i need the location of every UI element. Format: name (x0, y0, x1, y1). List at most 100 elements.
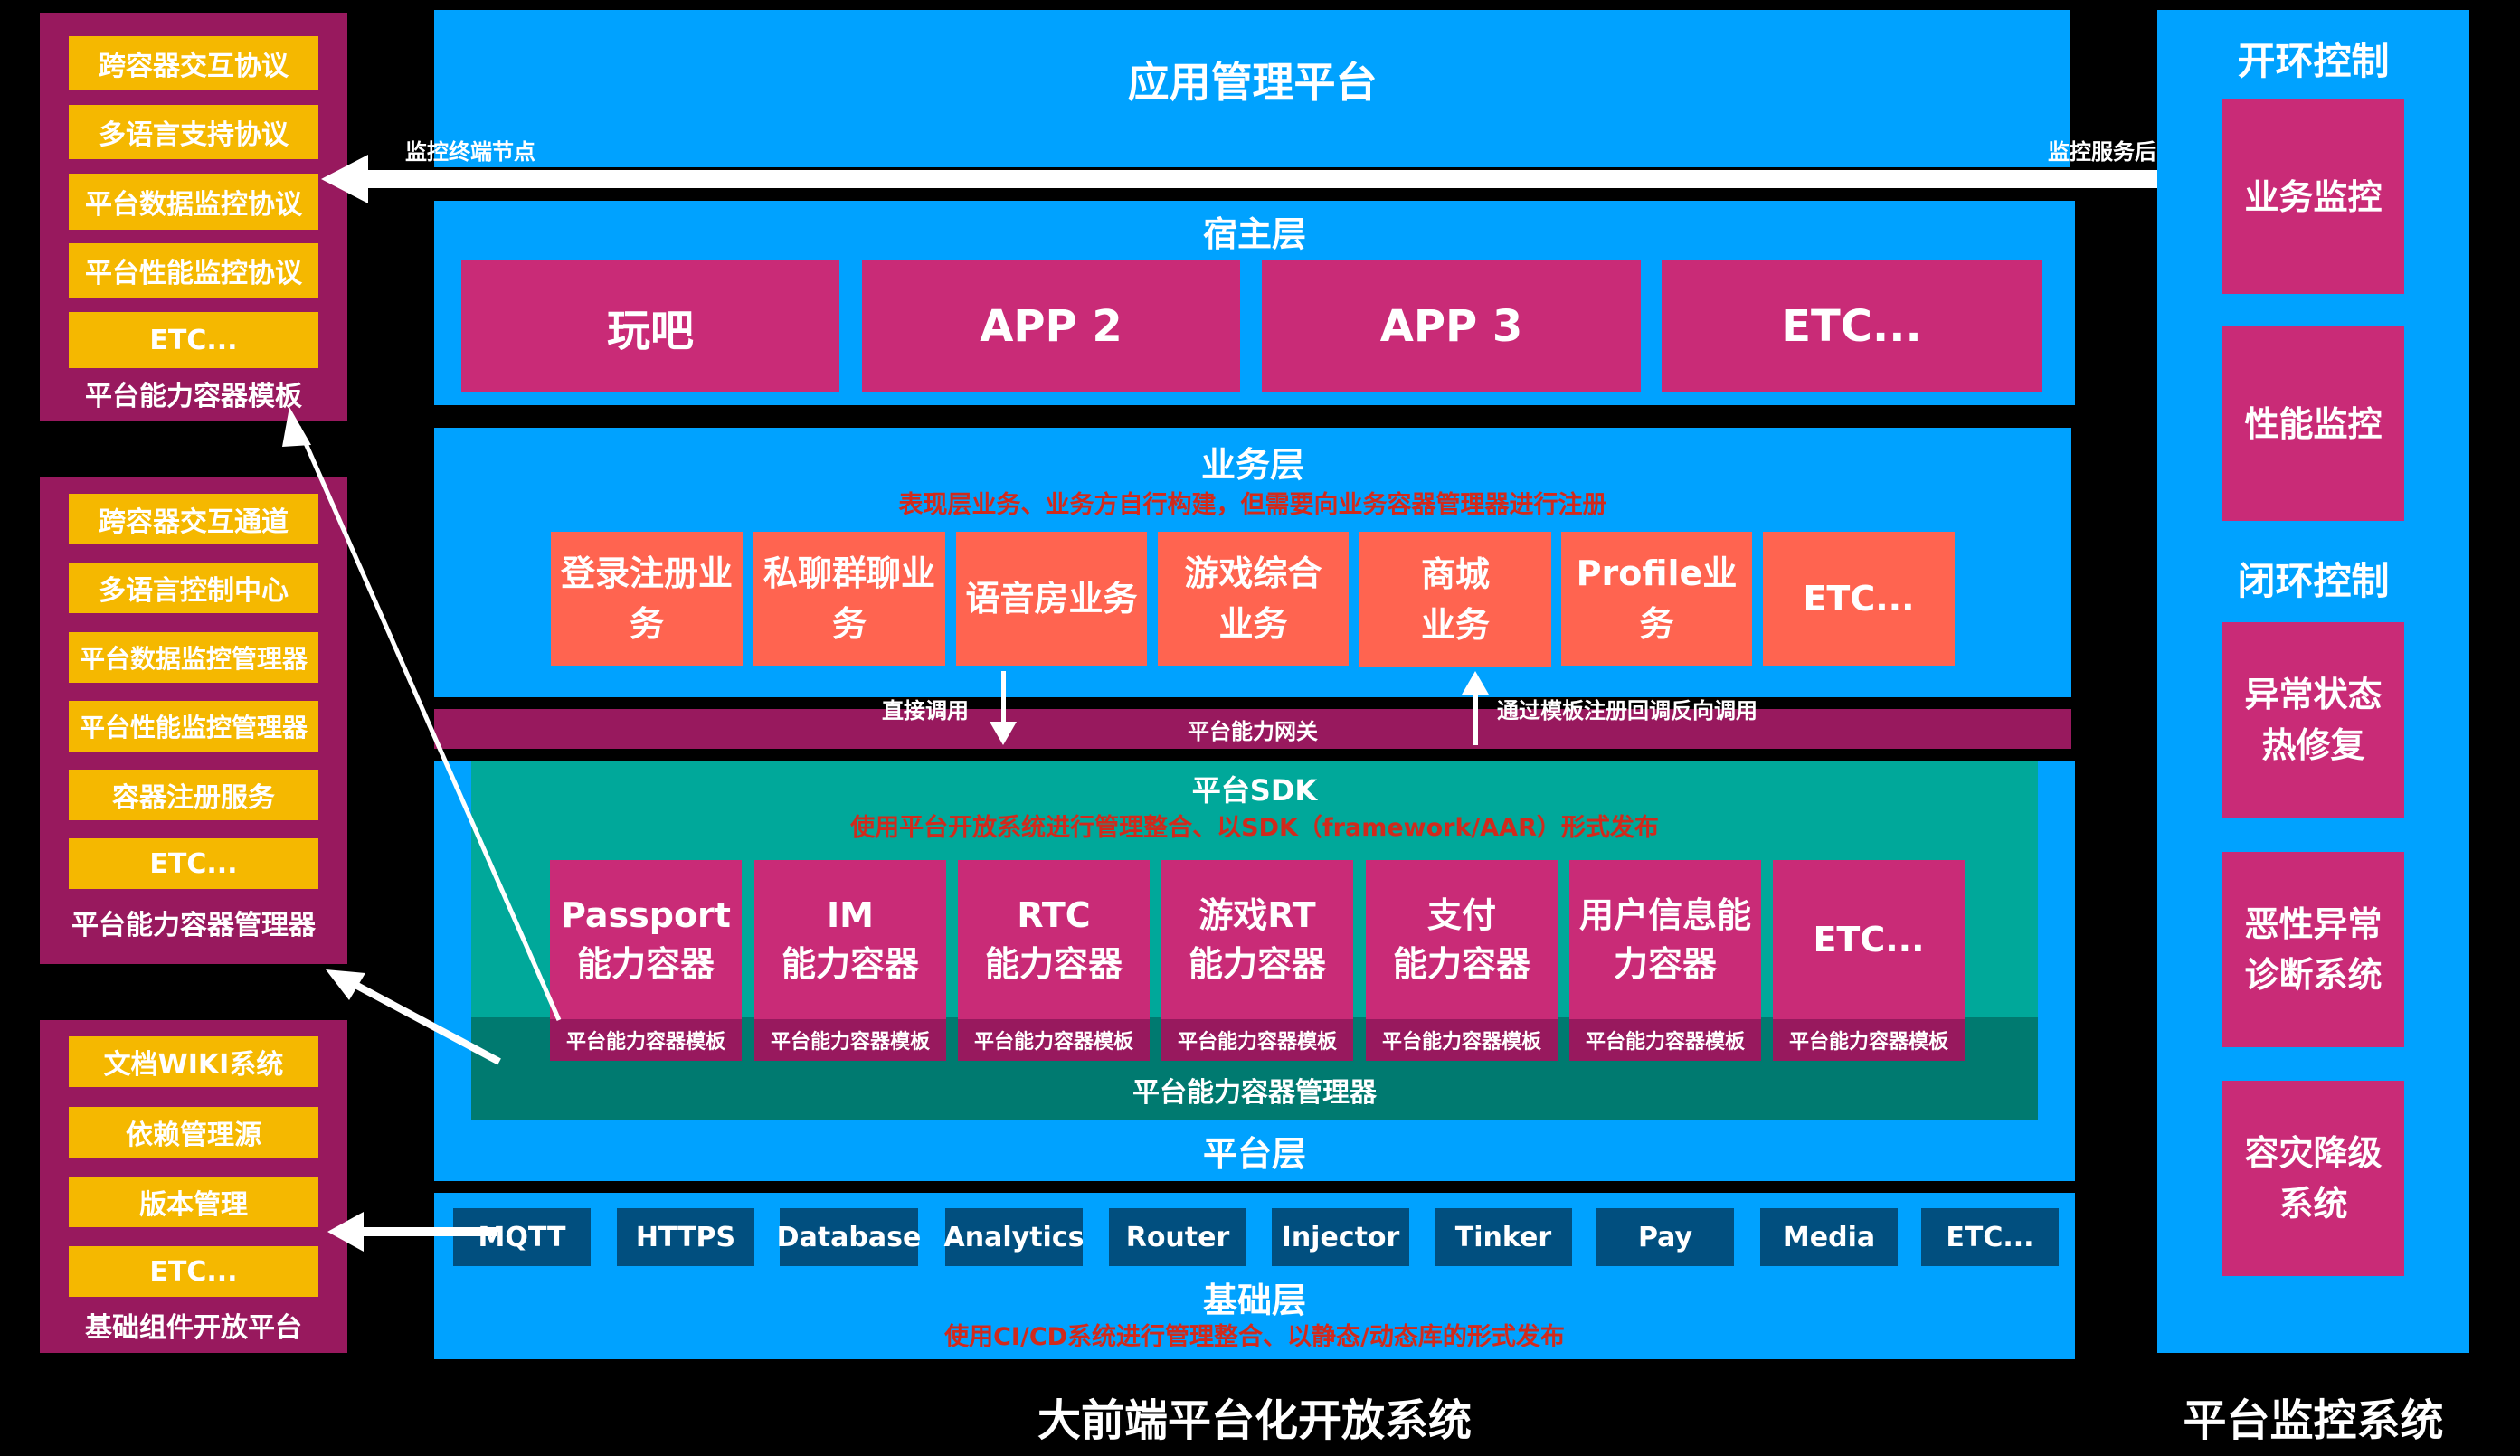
base-item: Injector (1272, 1208, 1409, 1266)
capability-container-line: IM (827, 895, 874, 935)
direct-call-arrow (990, 671, 1017, 745)
list-item: 平台数据监控协议 (69, 174, 318, 230)
base-item: HTTPS (617, 1208, 754, 1266)
business-item: ETC... (1763, 532, 1955, 666)
business-item: 私聊群聊业 务 (753, 532, 945, 666)
base-item: ETC... (1921, 1208, 2059, 1266)
arrowhead-panel2 (326, 969, 365, 1000)
capability-container-line: 能力容器 (576, 944, 715, 984)
capability-container-line: RTC (1017, 895, 1091, 935)
business-item: 语音房业务 (956, 532, 1147, 666)
monitor-box-line: 热修复 (2261, 725, 2365, 765)
capability-container-line: 能力容器 (781, 944, 919, 984)
panel-label: 基础组件开放平台 (85, 1312, 302, 1344)
list-item: 版本管理 (69, 1177, 318, 1227)
capability-manager-label: 平台能力容器管理器 (1132, 1077, 1377, 1109)
capability-container-line: 能力容器 (984, 944, 1123, 984)
business-item-line: Profile业务 (1576, 553, 1738, 644)
business-item-line: 业务 (1218, 604, 1288, 644)
base-item: Database (777, 1208, 921, 1266)
list-item: 跨容器交互协议 (69, 36, 318, 90)
capability-container-line: Passport (561, 895, 731, 935)
monitor-box: 业务监控 (2222, 99, 2404, 294)
list-item: 平台数据监控管理器 (69, 632, 318, 683)
base-item: Pay (1596, 1208, 1734, 1266)
monitor-arrow (321, 155, 2189, 203)
open-loop-title: 开环控制 (2237, 38, 2390, 83)
base-layer-subtitle: 使用CI/CD系统进行管理整合、以静态/动态库的形式发布 (944, 1322, 1565, 1351)
business-item: 商城 业务 (1359, 532, 1551, 667)
business-item-line: ETC... (1803, 579, 1915, 619)
business-item: Profile业务 (1561, 532, 1752, 666)
app-management-platform: 应用管理平台 (434, 10, 2070, 167)
business-item-line: 务 (629, 604, 664, 644)
capability-container: 用户信息能 力容器 平台能力容器模板 (1569, 860, 1761, 1061)
capability-template-strip: 平台能力容器模板 (1366, 1019, 1558, 1061)
business-item-line: 商城 (1420, 554, 1490, 594)
base-item: Media (1760, 1208, 1898, 1266)
panel-label: 平台能力容器模板 (85, 381, 302, 412)
panel-capability-template: 跨容器交互协议 多语言支持协议 平台数据监控协议 平台性能监控协议 ETC...… (40, 13, 347, 421)
monitor-caption: 平台监控系统 (2183, 1395, 2444, 1446)
panel-base-component-platform: 文档WIKI系统 依赖管理源 版本管理 ETC... 基础组件开放平台 (40, 1020, 347, 1353)
monitor-box-line: 异常状态 (2244, 675, 2383, 714)
list-item: 跨容器交互通道 (69, 494, 318, 544)
list-item: ETC... (69, 312, 318, 368)
app-box: APP 2 (862, 260, 1240, 392)
sdk-title: 平台SDK (1191, 773, 1318, 808)
capability-container-name: ETC... (1773, 860, 1965, 1019)
monitor-box-line: 系统 (2278, 1184, 2348, 1224)
monitor-box: 异常状态 热修复 (2222, 622, 2404, 818)
main-caption: 大前端平台化开放系统 (1037, 1395, 1472, 1446)
monitor-terminal-label: 监控终端节点 (405, 139, 535, 165)
business-item-line: 务 (831, 604, 867, 644)
capability-gateway: 平台能力网关 (434, 709, 2071, 749)
capability-container: IM 能力容器平台能力容器模板 (754, 860, 946, 1061)
business-layer-title: 业务层 (1200, 444, 1304, 485)
base-layer-title: 基础层 (1202, 1280, 1306, 1320)
monitor-box: 性能监控 (2222, 326, 2404, 521)
business-item-line: 私聊群聊业 (763, 553, 935, 593)
gateway-label: 平台能力网关 (1188, 718, 1318, 744)
monitor-system: 开环控制 业务监控 性能监控 闭环控制 异常状态 热修复 恶性异常 诊断系统 容… (2157, 10, 2469, 1353)
base-item: Tinker (1435, 1208, 1572, 1266)
list-item: 多语言控制中心 (69, 563, 318, 613)
business-item-line: 语音房业务 (965, 579, 1138, 619)
capability-template-strip: 平台能力容器模板 (754, 1019, 946, 1061)
closed-loop-title: 闭环控制 (2237, 558, 2390, 603)
base-item: MQTT (453, 1208, 591, 1266)
monitor-box-line: 容灾降级 (2244, 1133, 2383, 1173)
capability-template-strip: 平台能力容器模板 (958, 1019, 1150, 1061)
capability-template-strip: 平台能力容器模板 (1569, 1019, 1761, 1061)
capability-container-line: ETC... (1813, 920, 1925, 960)
capability-container-name: 支付 能力容器 (1366, 860, 1558, 1019)
capability-container-line: 能力容器 (1392, 944, 1530, 984)
list-item: 依赖管理源 (69, 1107, 318, 1158)
capability-container-name: Passport 能力容器 (550, 860, 742, 1019)
capability-container-line: 支付 (1426, 895, 1496, 935)
monitor-box: 容灾降级 系统 (2222, 1081, 2404, 1276)
capability-container-name: 用户信息能 力容器 (1569, 860, 1761, 1019)
monitor-box-line: 诊断系统 (2244, 955, 2383, 995)
app-box: ETC... (1662, 260, 2042, 392)
capability-container: 支付能力容器平台能力容器模板 (1366, 860, 1558, 1061)
host-layer: 宿主层 玩吧 APP 2 APP 3 ETC... (434, 201, 2075, 405)
capability-container-line: 用户信息能 (1578, 895, 1751, 935)
capability-container-line: 能力容器 (1188, 944, 1326, 984)
business-layer-subtitle: 表现层业务、业务方自行构建，但需要向业务容器管理器进行注册 (898, 490, 1607, 519)
capability-template-strip: 平台能力容器模板 (1161, 1019, 1353, 1061)
monitor-box-line: 恶性异常 (2244, 904, 2383, 944)
business-item: 登录注册业 务 (551, 532, 743, 666)
business-item: 游戏综合 业务 (1158, 532, 1349, 666)
capability-container: Passport 能力容器 平台能力容器模板 (550, 860, 742, 1061)
capability-container-line: 游戏RT (1198, 895, 1316, 935)
monitor-box: 恶性异常 诊断系统 (2222, 852, 2404, 1047)
capability-container: RTC 能力容器平台能力容器模板 (958, 860, 1150, 1061)
capability-container-name: IM 能力容器 (754, 860, 946, 1019)
host-layer-title: 宿主层 (1202, 213, 1306, 254)
app-box: APP 3 (1262, 260, 1641, 392)
business-item-line: 登录注册业 (560, 553, 733, 593)
panel-capability-manager: 跨容器交互通道 多语言控制中心 平台数据监控管理器 平台性能监控管理器 容器注册… (40, 477, 347, 964)
platform-layer-title: 平台层 (1202, 1133, 1306, 1174)
app-box: 玩吧 (461, 260, 839, 392)
